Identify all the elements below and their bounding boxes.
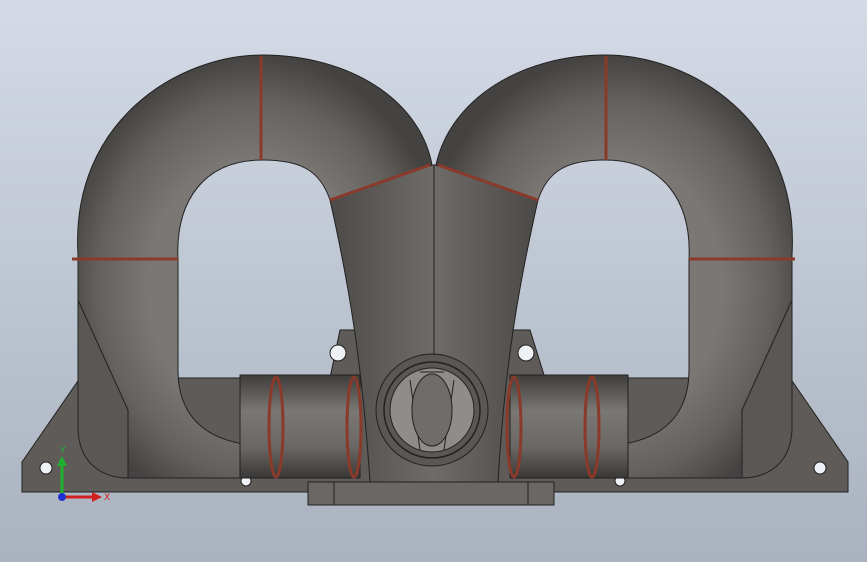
- flange-bolt-hole: [39, 461, 53, 475]
- flange-bolt-hole: [813, 461, 827, 475]
- y-axis-label: Y: [59, 446, 66, 456]
- flange-bolt-hole: [517, 344, 535, 362]
- wastegate-port[interactable]: [375, 353, 489, 467]
- 3d-viewport[interactable]: Y X: [0, 0, 867, 562]
- outlet-flange[interactable]: [307, 481, 555, 506]
- left-lower-pipe[interactable]: [239, 374, 361, 479]
- exhaust-manifold-model[interactable]: Y X: [0, 0, 867, 562]
- x-axis-label: X: [104, 493, 110, 503]
- flange-bolt-hole: [329, 344, 347, 362]
- right-lower-pipe[interactable]: [509, 374, 629, 479]
